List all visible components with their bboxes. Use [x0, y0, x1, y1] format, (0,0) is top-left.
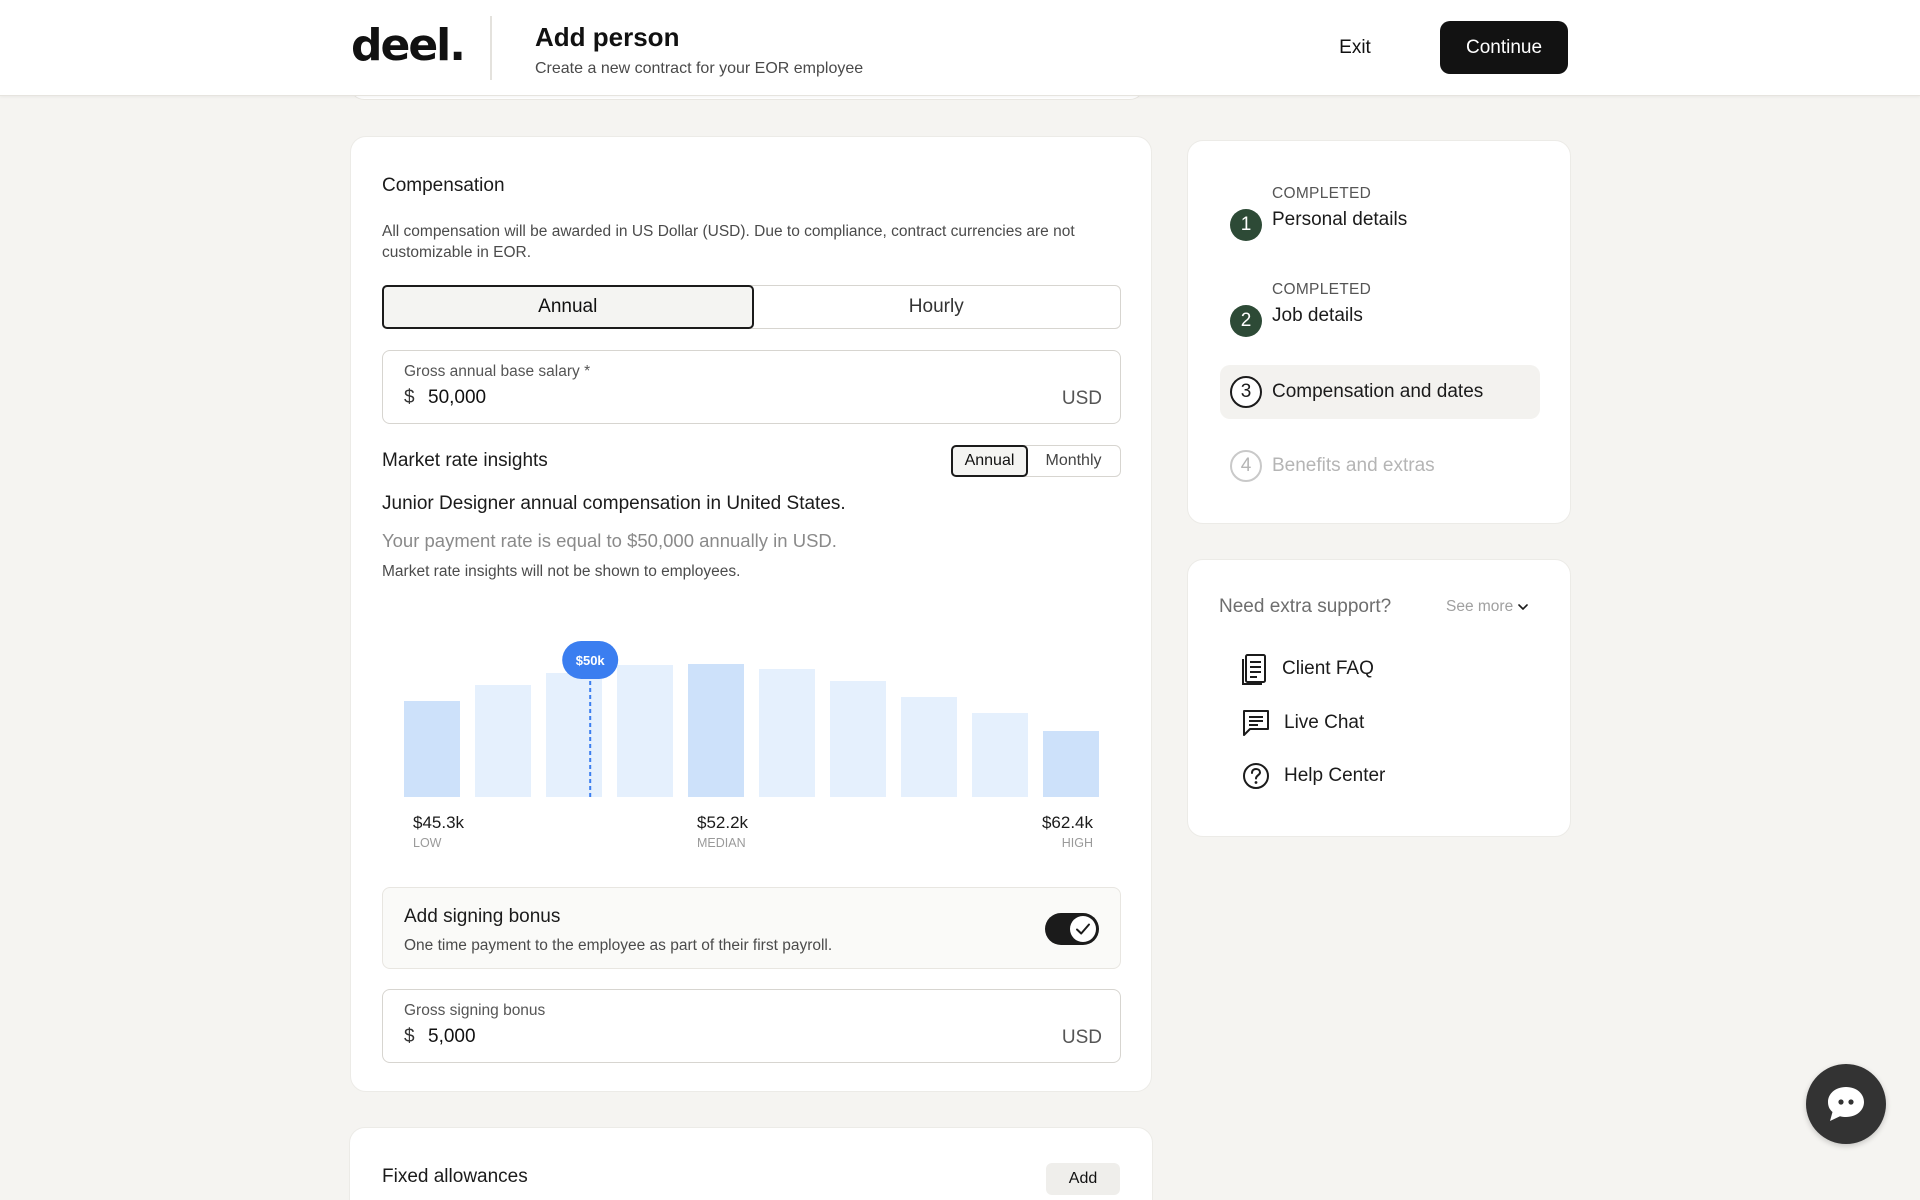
see-more-label: See more [1446, 598, 1514, 615]
step-number-badge: 2 [1230, 305, 1262, 337]
dollar-sign: $ [404, 387, 415, 408]
compensation-title: Compensation [382, 175, 505, 196]
add-allowance-button[interactable]: Add [1046, 1163, 1120, 1195]
chart-bar [617, 665, 673, 797]
chart-bar [475, 685, 531, 797]
chevron-down-icon [1518, 604, 1529, 610]
market-rate-chart: $50k $45.3k LOW $52.2k MEDIAN $62.4k HIGH [404, 641, 1099, 850]
chart-bar [1043, 731, 1099, 797]
page-subtitle: Create a new contract for your EOR emplo… [535, 60, 864, 77]
salary-currency: USD [1061, 388, 1102, 409]
salary-input[interactable] [428, 387, 1028, 409]
step-status: COMPLETED [1272, 281, 1372, 298]
step-label: Job details [1272, 305, 1363, 326]
step-number-badge: 3 [1230, 376, 1262, 408]
chart-bar [759, 669, 815, 797]
exit-button[interactable]: Exit [1310, 22, 1400, 74]
bonus-label: Gross signing bonus [404, 1002, 546, 1019]
client-faq-link[interactable]: Client FAQ [1242, 652, 1374, 686]
check-icon [1076, 923, 1090, 935]
help-center-label: Help Center [1284, 765, 1386, 786]
allowances-card: Fixed allowances Add [349, 1127, 1153, 1200]
compensation-card: Compensation All compensation will be aw… [350, 136, 1152, 1092]
client-faq-label: Client FAQ [1282, 658, 1374, 679]
tab-hourly[interactable]: Hourly [753, 286, 1121, 328]
salary-label: Gross annual base salary * [404, 363, 591, 380]
step-compensation-and-dates[interactable]: 3 Compensation and dates [1220, 376, 1540, 410]
page-title: Add person [535, 22, 680, 52]
salary-field[interactable]: Gross annual base salary * $ USD [382, 350, 1121, 424]
chart-bar [546, 673, 602, 797]
step-label: Personal details [1272, 209, 1408, 230]
step-status: COMPLETED [1272, 185, 1372, 202]
document-icon [1242, 654, 1266, 685]
bonus-field[interactable]: Gross signing bonus $ USD [382, 989, 1121, 1063]
chat-launcher-button[interactable] [1806, 1064, 1886, 1144]
market-period-toggle: Annual Monthly [951, 445, 1121, 477]
chart-bar [972, 713, 1028, 797]
toggle-knob [1070, 916, 1096, 942]
signing-bonus-row: Add signing bonus One time payment to th… [382, 887, 1121, 969]
support-title: Need extra support? [1219, 596, 1392, 617]
tab-annual[interactable]: Annual [382, 285, 754, 329]
help-center-link[interactable]: Help Center [1242, 759, 1385, 793]
chart-bar [688, 664, 744, 797]
allowances-title: Fixed allowances [382, 1166, 528, 1187]
step-job-details[interactable]: 2 COMPLETED Job details [1220, 281, 1540, 337]
header-divider [490, 16, 492, 80]
market-role-text: Junior Designer annual compensation in U… [382, 493, 846, 514]
rate-type-toggle: Annual Hourly [382, 285, 1121, 329]
chart-bar [830, 681, 886, 797]
signing-bonus-subtitle: One time payment to the employee as part… [404, 937, 833, 954]
top-header: deel. Add person Create a new contract f… [0, 0, 1920, 96]
chart-tick-caption: LOW [413, 836, 442, 850]
see-more-link[interactable]: See more [1446, 598, 1529, 616]
deel-logo[interactable]: deel. [351, 20, 466, 71]
market-tab-monthly[interactable]: Monthly [1027, 446, 1120, 476]
signing-bonus-toggle[interactable] [1045, 913, 1099, 945]
continue-button[interactable]: Continue [1440, 21, 1568, 74]
market-tab-annual[interactable]: Annual [951, 445, 1028, 477]
step-label: Compensation and dates [1272, 381, 1484, 402]
support-card: Need extra support? See more Client FAQ … [1187, 559, 1571, 837]
dollar-sign: $ [404, 1026, 415, 1047]
bonus-input[interactable] [428, 1026, 1028, 1048]
market-rate-text: Your payment rate is equal to $50,000 an… [382, 530, 837, 551]
live-chat-link[interactable]: Live Chat [1242, 706, 1364, 740]
chart-tick-value: $45.3k [413, 813, 465, 832]
market-insights-title: Market rate insights [382, 450, 548, 471]
chart-tick-caption: HIGH [1062, 836, 1093, 850]
chart-tick-value: $52.2k [697, 813, 749, 832]
compensation-description: All compensation will be awarded in US D… [382, 223, 1075, 261]
step-benefits-and-extras[interactable]: 4 Benefits and extras [1220, 450, 1540, 484]
chart-bar [901, 697, 957, 797]
chat-icon [1243, 710, 1269, 736]
signing-bonus-title: Add signing bonus [404, 906, 561, 927]
step-number-badge: 1 [1230, 209, 1262, 241]
step-number-badge: 4 [1230, 450, 1262, 482]
step-label: Benefits and extras [1272, 455, 1435, 476]
chart-tick-caption: MEDIAN [697, 836, 746, 850]
market-note-text: Market rate insights will not be shown t… [382, 563, 741, 580]
step-personal-details[interactable]: 1 COMPLETED Personal details [1220, 185, 1540, 241]
bonus-currency: USD [1061, 1027, 1102, 1048]
chart-tick-value: $62.4k [1042, 813, 1094, 832]
live-chat-label: Live Chat [1284, 712, 1365, 733]
chat-bubble-icon [1828, 1087, 1864, 1121]
question-icon [1243, 763, 1269, 789]
chart-marker-label: $50k [576, 653, 606, 668]
chart-bar [404, 701, 460, 797]
progress-steps-card: 1 COMPLETED Personal details 2 COMPLETED… [1187, 140, 1571, 524]
